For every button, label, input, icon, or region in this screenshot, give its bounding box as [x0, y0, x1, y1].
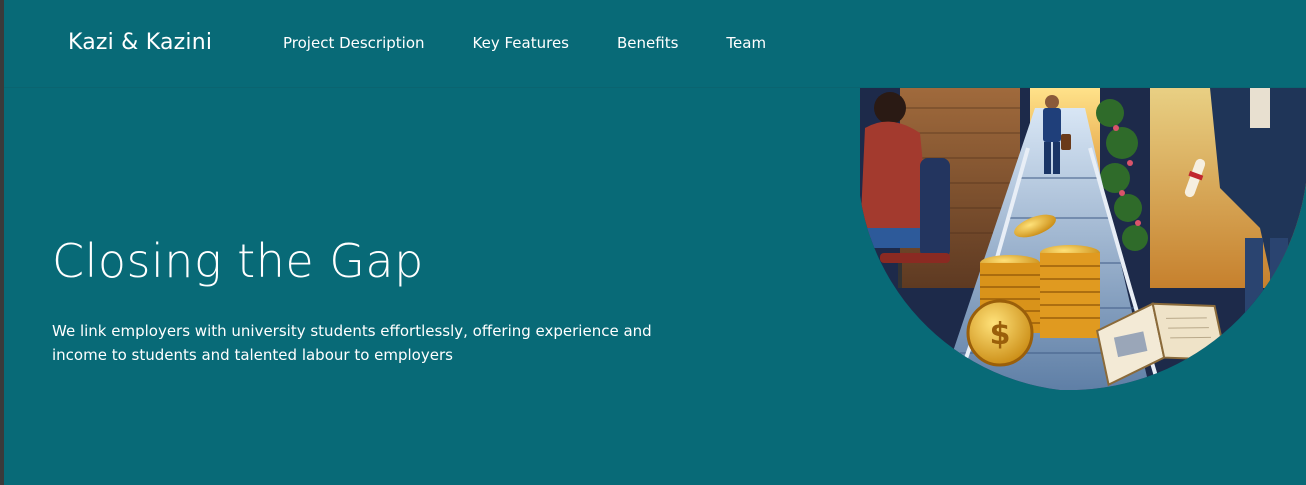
nav-link-benefits[interactable]: Benefits: [617, 34, 678, 52]
hero-subtitle: We link employers with university studen…: [52, 322, 652, 364]
hero-title: Closing the Gap: [52, 234, 424, 288]
page: Kazi & Kazini Project Description Key Fe…: [4, 0, 1306, 485]
nav-link-key-features[interactable]: Key Features: [473, 34, 569, 52]
hero-illustration: $: [860, 88, 1306, 390]
navbar: Kazi & Kazini Project Description Key Fe…: [4, 0, 1306, 88]
nav-link-project-description[interactable]: Project Description: [283, 34, 425, 52]
nav-link-team[interactable]: Team: [726, 34, 766, 52]
svg-text:$: $: [990, 317, 1011, 352]
brand-logo-link[interactable]: Kazi & Kazini: [68, 30, 212, 55]
nav-links: Project Description Key Features Benefit…: [283, 34, 814, 52]
